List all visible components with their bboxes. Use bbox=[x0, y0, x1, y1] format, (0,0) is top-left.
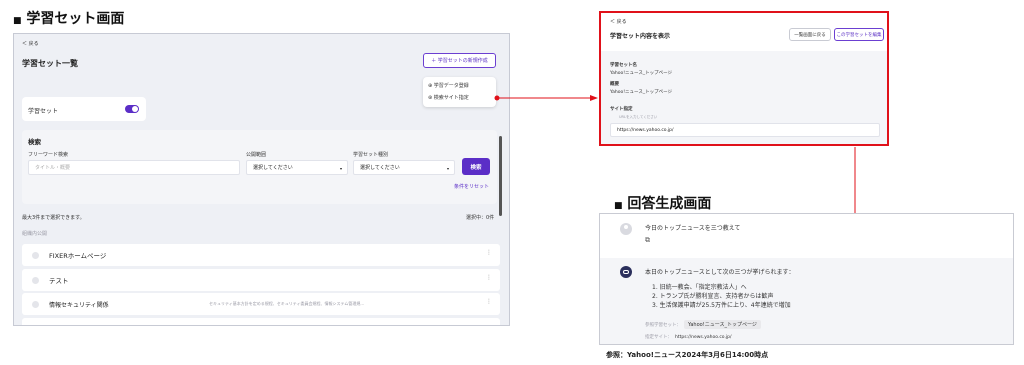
reference-note: 参照：Yahoo!ニュース2024年3月6日14:00時点 bbox=[606, 351, 769, 359]
answer-item: 2. トランプ氏が勝利宣言、支持者からは歓声 bbox=[652, 293, 774, 300]
answer-intro: 本日のトップニュースとして次の三つが挙げられます： bbox=[645, 269, 795, 276]
answer-item: 1. 旧統一教会、「指定宗教法人」へ bbox=[652, 284, 747, 291]
arrow-head-icon bbox=[590, 95, 598, 101]
reference-site-url[interactable]: https://news.yahoo.co.jp/ bbox=[675, 335, 732, 340]
answer-panel: 本日のトップニュースとして次の三つが挙げられます： 1. 旧統一教会、「指定宗教… bbox=[600, 258, 1013, 344]
user-avatar bbox=[620, 223, 632, 235]
user-question: 今日のトップニュースを三つ教えて bbox=[645, 225, 741, 232]
reference-set-line: 参照学習セット： Yahoo!ニュース_トップページ bbox=[645, 320, 761, 329]
assistant-avatar bbox=[620, 266, 632, 278]
section-title-answer: ■ 回答生成画面 bbox=[614, 196, 712, 212]
reference-site-line: 指定サイト： https://news.yahoo.co.jp/ bbox=[645, 334, 732, 341]
answer-item: 3. 生活保護申請が25.5万件に上り、4年連続で増加 bbox=[652, 302, 791, 309]
reference-set-tag[interactable]: Yahoo!ニュース_トップページ bbox=[684, 320, 761, 329]
answer-generation-screen: 今日のトップニュースを三つ教えて ⧉ 本日のトップニュースとして次の三つが挙げら… bbox=[599, 213, 1014, 345]
copy-icon[interactable]: ⧉ bbox=[645, 236, 650, 245]
